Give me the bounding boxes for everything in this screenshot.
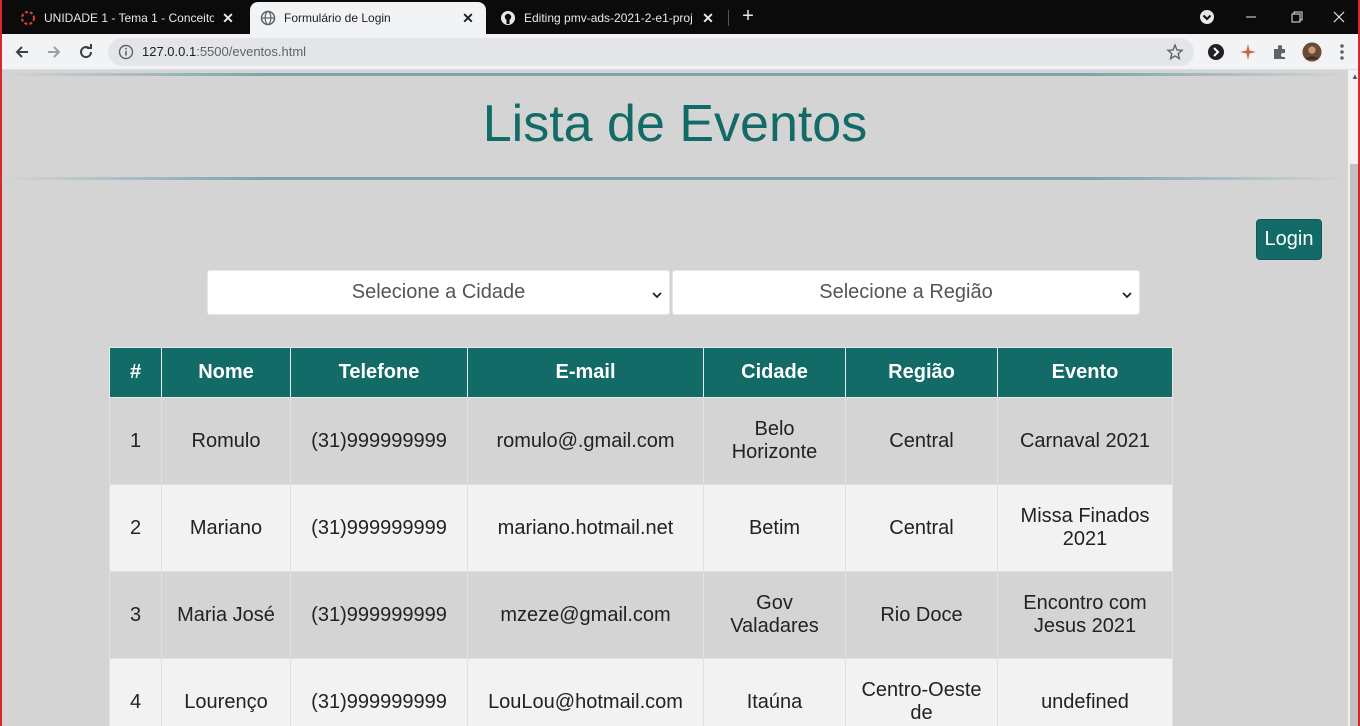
table-cell: 3 bbox=[109, 571, 162, 659]
globe-icon bbox=[260, 10, 276, 26]
new-tab-icon[interactable]: + bbox=[738, 6, 758, 26]
city-select-value: Selecione a Cidade bbox=[351, 281, 526, 303]
tab-title: Formulário de Login bbox=[284, 11, 391, 25]
column-header: E-mail bbox=[467, 347, 704, 398]
table-row: 3 Maria José (31)999999999 mzeze@gmail.c… bbox=[109, 571, 1173, 659]
url-host: 127.0.0.1 bbox=[142, 44, 197, 59]
tab-separator bbox=[728, 10, 729, 26]
table-cell: Maria José bbox=[161, 571, 291, 659]
url-text: 127.0.0.1:5500/eventos.html bbox=[142, 44, 306, 59]
restore-icon[interactable] bbox=[1274, 0, 1320, 34]
page-title: Lista de Eventos bbox=[482, 95, 868, 153]
table-cell: Betim bbox=[703, 484, 846, 572]
close-window-icon[interactable] bbox=[1316, 0, 1358, 34]
table-cell: Encontro com Jesus 2021 bbox=[997, 571, 1173, 659]
tab-strip: UNIDADE 1 - Tema 1 - Conceitos ✕ Formulá… bbox=[2, 0, 1358, 34]
table-cell: Carnaval 2021 bbox=[997, 397, 1173, 485]
table-cell: Romulo bbox=[161, 397, 291, 485]
table-row: 1 Romulo (31)999999999 romulo@.gmail.com… bbox=[109, 397, 1173, 485]
table-cell: 4 bbox=[109, 658, 162, 726]
close-icon[interactable]: ✕ bbox=[220, 10, 236, 26]
column-header: Nome bbox=[161, 347, 291, 398]
browser-toolbar: 127.0.0.1:5500/eventos.html bbox=[2, 34, 1358, 70]
extension-dark-icon[interactable] bbox=[1206, 42, 1226, 62]
tab-title: Editing pmv-ads-2021-2-e1-proj bbox=[524, 11, 693, 25]
table-cell: mariano.hotmail.net bbox=[467, 484, 704, 572]
table-row: 4 Lourenço (31)999999999 LouLou@hotmail.… bbox=[109, 658, 1173, 726]
region-select[interactable]: Selecione a Região bbox=[672, 270, 1140, 315]
table-cell: romulo@.gmail.com bbox=[467, 397, 704, 485]
extensions-puzzle-icon[interactable] bbox=[1270, 42, 1290, 62]
table-cell: 2 bbox=[109, 484, 162, 572]
table-cell: (31)999999999 bbox=[290, 397, 468, 485]
column-header: # bbox=[109, 347, 162, 398]
table-cell: Rio Doce bbox=[845, 571, 998, 659]
tab-editing[interactable]: Editing pmv-ads-2021-2-e1-proj ✕ bbox=[490, 2, 726, 34]
close-icon[interactable]: ✕ bbox=[460, 10, 476, 26]
table-cell: (31)999999999 bbox=[290, 571, 468, 659]
info-icon[interactable] bbox=[118, 44, 134, 60]
page-viewport: Lista de Eventos Login Selecione a Cidad… bbox=[2, 70, 1348, 726]
table-cell: Lourenço bbox=[161, 658, 291, 726]
table-cell: mzeze@gmail.com bbox=[467, 571, 704, 659]
scrollbar-thumb[interactable] bbox=[1350, 164, 1358, 726]
table-cell: 1 bbox=[109, 397, 162, 485]
table-header-row: # Nome Telefone E-mail Cidade Região Eve… bbox=[109, 347, 1173, 398]
chevron-down-icon bbox=[651, 285, 663, 299]
extension-star-icon[interactable] bbox=[1238, 42, 1258, 62]
github-icon bbox=[500, 10, 516, 26]
region-select-value: Selecione a Região bbox=[819, 281, 993, 303]
table-cell: Gov Valadares bbox=[703, 571, 846, 659]
divider-bottom bbox=[2, 177, 1348, 180]
minimize-icon[interactable] bbox=[1228, 0, 1274, 34]
tab-login[interactable]: Formulário de Login ✕ bbox=[250, 2, 486, 34]
address-bar[interactable]: 127.0.0.1:5500/eventos.html bbox=[108, 38, 1194, 66]
table-cell: Central bbox=[845, 397, 998, 485]
table-cell: Centro-Oeste de bbox=[845, 658, 998, 726]
table-cell: (31)999999999 bbox=[290, 484, 468, 572]
table-cell: Itaúna bbox=[703, 658, 846, 726]
page-scrollbar[interactable]: ▲ bbox=[1348, 70, 1358, 726]
table-cell: Missa Finados 2021 bbox=[997, 484, 1173, 572]
table-cell: Central bbox=[845, 484, 998, 572]
city-select[interactable]: Selecione a Cidade bbox=[207, 270, 670, 315]
close-icon[interactable]: ✕ bbox=[700, 10, 716, 26]
login-button[interactable]: Login bbox=[1256, 219, 1322, 260]
chevron-down-icon bbox=[1121, 285, 1133, 299]
table-cell: undefined bbox=[997, 658, 1173, 726]
table-cell: Belo Horizonte bbox=[703, 397, 846, 485]
column-header: Cidade bbox=[703, 347, 846, 398]
table-cell: (31)999999999 bbox=[290, 658, 468, 726]
table-cell: Mariano bbox=[161, 484, 291, 572]
forward-icon[interactable] bbox=[42, 40, 66, 64]
tab-unidade[interactable]: UNIDADE 1 - Tema 1 - Conceitos ✕ bbox=[10, 2, 246, 34]
scroll-up-icon[interactable]: ▲ bbox=[1348, 70, 1358, 84]
events-table: # Nome Telefone E-mail Cidade Região Eve… bbox=[109, 347, 1173, 726]
back-icon[interactable] bbox=[10, 40, 34, 64]
bookmark-star-icon[interactable] bbox=[1166, 43, 1184, 61]
reload-icon[interactable] bbox=[74, 40, 98, 64]
tab-search-icon[interactable] bbox=[1184, 0, 1230, 34]
tab-title: UNIDADE 1 - Tema 1 - Conceitos bbox=[44, 11, 214, 25]
table-cell: LouLou@hotmail.com bbox=[467, 658, 704, 726]
loading-spinner-icon bbox=[20, 10, 36, 26]
column-header: Telefone bbox=[290, 347, 468, 398]
browser-window: UNIDADE 1 - Tema 1 - Conceitos ✕ Formulá… bbox=[0, 0, 1360, 726]
column-header: Evento bbox=[997, 347, 1173, 398]
table-row: 2 Mariano (31)999999999 mariano.hotmail.… bbox=[109, 484, 1173, 572]
profile-avatar[interactable] bbox=[1302, 42, 1322, 62]
menu-kebab-icon[interactable] bbox=[1332, 42, 1352, 62]
column-header: Região bbox=[845, 347, 998, 398]
divider-top bbox=[2, 73, 1348, 76]
url-path: :5500/eventos.html bbox=[196, 44, 307, 59]
